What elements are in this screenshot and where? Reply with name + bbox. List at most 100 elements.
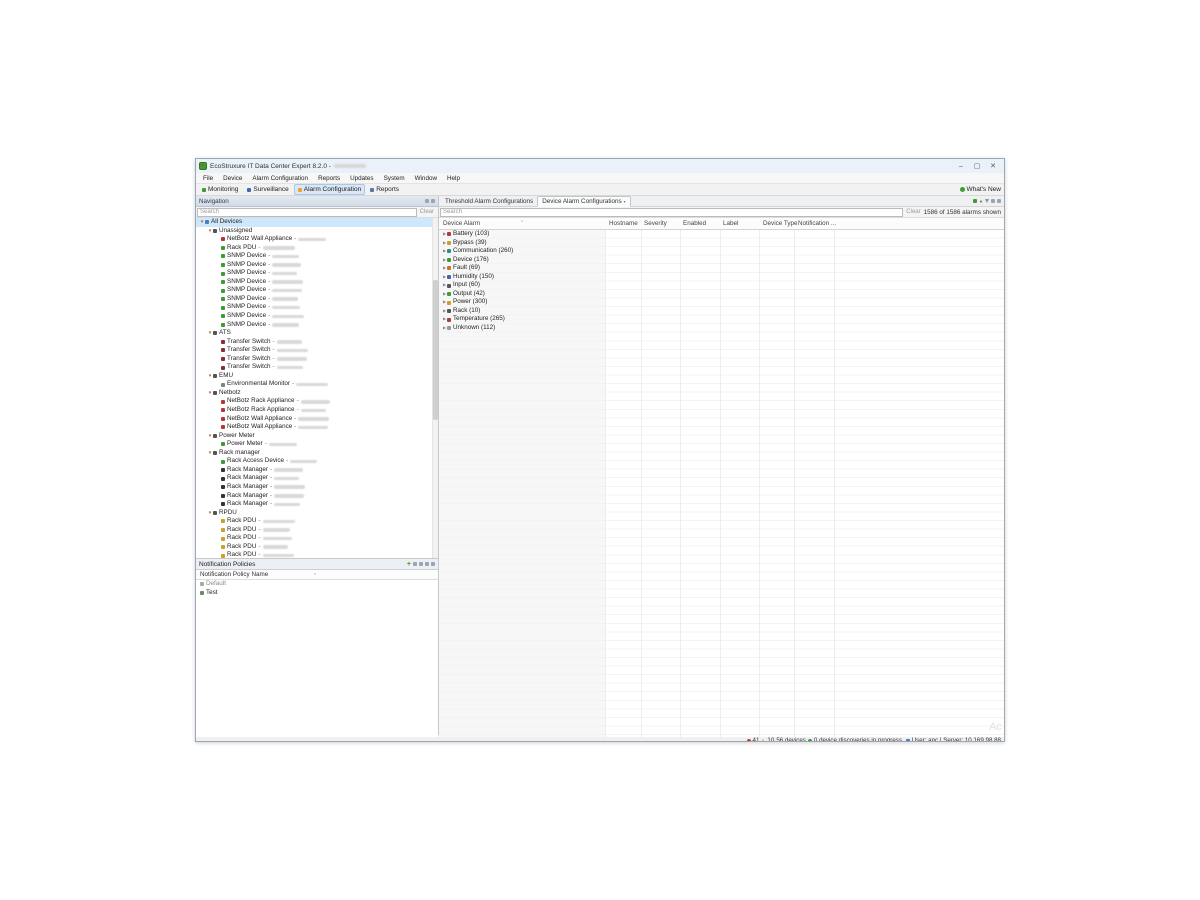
tree-item[interactable]: NetBotz Wall Appliance- <box>196 415 438 424</box>
alarm-category-row[interactable]: ▶Unknown (112) <box>439 324 1004 333</box>
tree-item[interactable]: NetBotz Rack Appliance- <box>196 397 438 406</box>
tree-item[interactable]: NetBotz Wall Appliance- <box>196 235 438 244</box>
tree-item[interactable]: Rack Manager- <box>196 500 438 509</box>
menu-item-system[interactable]: System <box>379 175 410 182</box>
tree-item[interactable]: Rack Manager- <box>196 474 438 483</box>
column-header-hostname[interactable]: Hostname <box>609 220 638 227</box>
copy-policy-icon[interactable] <box>413 562 417 566</box>
tree-item[interactable]: SNMP Device- <box>196 321 438 330</box>
perspective-tab-surveillance[interactable]: Surveillance <box>243 184 292 195</box>
perspective-tab-alarm-configuration[interactable]: Alarm Configuration <box>294 184 365 195</box>
alarm-category-row[interactable]: ▶Fault (69) <box>439 264 1004 273</box>
alarm-search-input[interactable] <box>440 208 903 217</box>
device-icon <box>213 451 217 455</box>
tree-item[interactable]: SNMP Device- <box>196 261 438 270</box>
minimize-panel-icon[interactable] <box>425 199 429 203</box>
menu-item-alarm-configuration[interactable]: Alarm Configuration <box>247 175 313 182</box>
alarm-category-row[interactable]: ▶Power (300) <box>439 298 1004 307</box>
menu-item-window[interactable]: Window <box>410 175 442 182</box>
alarm-category-row[interactable]: ▶Battery (103) <box>439 230 1004 239</box>
tree-item[interactable]: SNMP Device- <box>196 252 438 261</box>
tree-item[interactable]: ▾EMU <box>196 372 438 381</box>
device-icon <box>221 400 225 404</box>
tree-item[interactable]: Rack Manager- <box>196 483 438 492</box>
alarm-search-clear-button[interactable]: Clear <box>903 209 923 215</box>
tree-item[interactable]: Environmental Monitor- <box>196 380 438 389</box>
tree-item[interactable]: NetBotz Rack Appliance- <box>196 406 438 415</box>
tree-item[interactable]: Power Meter- <box>196 440 438 449</box>
tab-menu-icon[interactable]: ▾ <box>624 199 626 204</box>
menu-item-device[interactable]: Device <box>218 175 247 182</box>
alarm-category-row[interactable]: ▶Output (42) <box>439 290 1004 299</box>
policy-row[interactable]: Test <box>196 589 438 598</box>
tree-item[interactable]: Rack PDU- <box>196 526 438 535</box>
tree-item[interactable]: NetBotz Wall Appliance- <box>196 423 438 432</box>
menu-item-help[interactable]: Help <box>442 175 465 182</box>
perspective-tab-reports[interactable]: Reports <box>366 184 403 195</box>
tree-item[interactable]: ▾ATS <box>196 329 438 338</box>
tree-item[interactable]: SNMP Device- <box>196 278 438 287</box>
filter-icon[interactable] <box>985 199 989 203</box>
tree-item[interactable]: Rack PDU- <box>196 543 438 552</box>
tree-item[interactable]: ▾Power Meter <box>196 432 438 441</box>
tree-item[interactable]: Rack PDU- <box>196 551 438 558</box>
tree-item[interactable]: SNMP Device- <box>196 269 438 278</box>
tree-item[interactable]: Rack Manager- <box>196 492 438 501</box>
column-header-notification[interactable]: Notification ... <box>798 220 836 227</box>
column-header-enabled[interactable]: Enabled <box>683 220 706 227</box>
alarm-category-row[interactable]: ▶Device (176) <box>439 256 1004 265</box>
tree-item[interactable]: SNMP Device- <box>196 295 438 304</box>
tree-item[interactable]: Transfer Switch- <box>196 338 438 347</box>
device-search-clear-button[interactable]: Clear <box>417 209 437 215</box>
maximize-button[interactable]: ▢ <box>969 160 985 172</box>
maximize-panel-icon[interactable] <box>997 199 1001 203</box>
device-search-input[interactable] <box>197 208 417 217</box>
alarm-category-row[interactable]: ▶Input (60) <box>439 281 1004 290</box>
tree-item[interactable]: Rack PDU- <box>196 534 438 543</box>
tree-item[interactable]: ▾All Devices <box>196 218 438 227</box>
whats-new-button[interactable]: What's New <box>960 184 1001 195</box>
perspective-tab-monitoring[interactable]: Monitoring <box>198 184 242 195</box>
view-option-icon[interactable] <box>973 199 977 203</box>
edit-policy-icon[interactable] <box>419 562 423 566</box>
menu-item-reports[interactable]: Reports <box>313 175 345 182</box>
tree-item[interactable]: Transfer Switch- <box>196 355 438 364</box>
minimize-button[interactable]: – <box>953 160 969 172</box>
alarm-category-row[interactable]: ▶Bypass (39) <box>439 239 1004 248</box>
policy-row[interactable]: Default <box>196 580 438 589</box>
tree-item[interactable]: ▾RPDU <box>196 509 438 518</box>
tree-item[interactable]: Transfer Switch- <box>196 363 438 372</box>
tree-item[interactable]: Rack PDU- <box>196 244 438 253</box>
alarm-category-row[interactable]: ▶Humidity (150) <box>439 273 1004 282</box>
tree-item[interactable]: Rack Manager- <box>196 466 438 475</box>
tree-item[interactable]: ▾Netbotz <box>196 389 438 398</box>
tree-item[interactable]: ▾Unassigned <box>196 227 438 236</box>
add-policy-icon[interactable]: + <box>407 561 411 568</box>
policy-menu-icon[interactable] <box>431 562 435 566</box>
alarm-category-row[interactable]: ▶Communication (260) <box>439 247 1004 256</box>
tree-item[interactable]: SNMP Device- <box>196 303 438 312</box>
maximize-panel-icon[interactable] <box>431 199 435 203</box>
tab-device-alarm-configurations[interactable]: Device Alarm Configurations▾ <box>537 196 630 207</box>
column-header-severity[interactable]: Severity <box>644 220 667 227</box>
ip-dash: - <box>268 303 270 312</box>
tree-item[interactable]: Transfer Switch- <box>196 346 438 355</box>
tree-item[interactable]: Rack PDU- <box>196 517 438 526</box>
minimize-panel-icon[interactable] <box>991 199 995 203</box>
tree-item[interactable]: ▾Rack manager <box>196 449 438 458</box>
tree-item[interactable]: SNMP Device- <box>196 286 438 295</box>
column-header-device-type[interactable]: Device Type <box>763 220 798 227</box>
menu-item-file[interactable]: File <box>198 175 218 182</box>
close-button[interactable]: ✕ <box>985 160 1001 172</box>
tree-item[interactable]: SNMP Device- <box>196 312 438 321</box>
chevron-down-icon[interactable]: ▼ <box>979 199 983 204</box>
alarm-category-row[interactable]: ▶Rack (10) <box>439 307 1004 316</box>
tab-threshold-alarm-configurations[interactable]: Threshold Alarm Configurations <box>441 197 537 206</box>
delete-policy-icon[interactable] <box>425 562 429 566</box>
menu-item-updates[interactable]: Updates <box>345 175 378 182</box>
policy-column-header[interactable]: Notification Policy Name ▿ <box>196 570 438 580</box>
column-header-device-alarm[interactable]: Device Alarm <box>443 220 480 227</box>
tree-item[interactable]: Rack Access Device- <box>196 457 438 466</box>
alarm-category-row[interactable]: ▶Temperature (265) <box>439 315 1004 324</box>
column-header-label[interactable]: Label <box>723 220 738 227</box>
